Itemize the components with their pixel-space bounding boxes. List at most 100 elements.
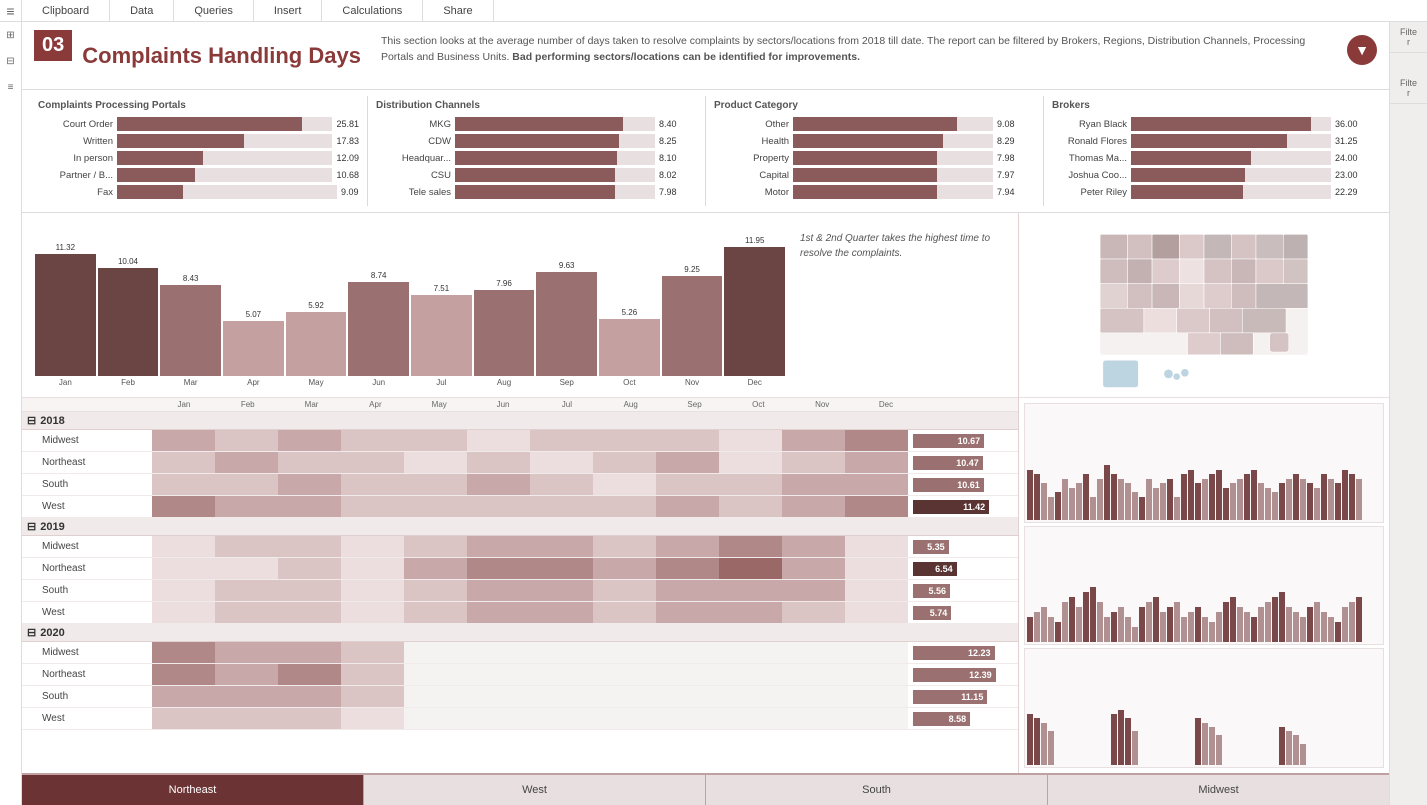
mini-bar xyxy=(1300,617,1306,642)
heatmap-cell xyxy=(404,686,467,707)
heatmap-cell xyxy=(593,708,656,729)
mini-bar xyxy=(1034,474,1040,520)
heatmap-cell xyxy=(593,536,656,557)
mini-bar xyxy=(1356,597,1362,642)
heatmap-cell xyxy=(656,686,719,707)
mini-bar xyxy=(1335,622,1341,642)
tab-northeast[interactable]: Northeast xyxy=(22,775,363,805)
heatmap-cell xyxy=(278,602,341,623)
heatmap-cell xyxy=(278,496,341,517)
heatmap-cell xyxy=(215,558,278,579)
mini-bar xyxy=(1209,474,1215,520)
kpi-processing-portals-title: Complaints Processing Portals xyxy=(38,100,359,111)
month-bar-group: 5.92 xyxy=(286,301,347,376)
heatmap-cell xyxy=(215,642,278,663)
right-filter-2[interactable]: Filter xyxy=(1390,73,1427,104)
menu-insert[interactable]: Insert xyxy=(254,0,323,21)
heatmap-cell xyxy=(719,580,782,601)
mini-bar xyxy=(1139,607,1145,642)
mini-bar xyxy=(1300,479,1306,520)
table-icon[interactable]: ⊟ xyxy=(3,53,19,69)
heatmap-cell xyxy=(719,496,782,517)
right-filter-1[interactable]: Filter xyxy=(1390,22,1427,53)
mini-bar xyxy=(1286,731,1292,765)
heatmap-cell xyxy=(404,558,467,579)
heatmap-cell xyxy=(845,642,908,663)
mini-bar xyxy=(1307,607,1313,642)
tab-west[interactable]: West xyxy=(363,775,705,805)
heatmap-cell xyxy=(278,430,341,451)
menu-data[interactable]: Data xyxy=(110,0,174,21)
heatmap-cell xyxy=(656,452,719,473)
heatmap-cell xyxy=(845,708,908,729)
heatmap-cell xyxy=(719,708,782,729)
tab-midwest[interactable]: Midwest xyxy=(1047,775,1389,805)
month-bar xyxy=(536,272,597,376)
heatmap-cell xyxy=(404,664,467,685)
heatmap-cell xyxy=(845,496,908,517)
year-header-2020[interactable]: ⊟2020 xyxy=(22,624,1018,642)
mini-bar xyxy=(1258,607,1264,642)
mini-bar xyxy=(1314,602,1320,642)
kpi-section: Complaints Processing Portals Court Orde… xyxy=(22,90,1389,213)
heatmap-cell xyxy=(530,708,593,729)
heatmap-cell xyxy=(467,452,530,473)
heatmap-cell xyxy=(656,602,719,623)
kpi-brokers-title: Brokers xyxy=(1052,100,1373,111)
mini-bar xyxy=(1041,483,1047,520)
heatmap-row: South5.56 xyxy=(22,580,1018,602)
menu-queries[interactable]: Queries xyxy=(174,0,254,21)
mini-bar xyxy=(1342,470,1348,520)
grid-icon[interactable]: ⊞ xyxy=(3,27,19,43)
heatmap-cell xyxy=(593,496,656,517)
mini-bar xyxy=(1125,718,1131,765)
heatmap-cell xyxy=(278,536,341,557)
heatmap-cell xyxy=(530,452,593,473)
kpi-row: Written 17.83 xyxy=(38,134,359,148)
month-bar xyxy=(286,312,347,376)
year-header-2019[interactable]: ⊟2019 xyxy=(22,518,1018,536)
mini-bar xyxy=(1027,617,1033,642)
heatmap-cell xyxy=(152,664,215,685)
mini-bar xyxy=(1181,617,1187,642)
heatmap-cell xyxy=(215,496,278,517)
mini-bar xyxy=(1118,479,1124,520)
filter-icon-left[interactable]: ≡ xyxy=(3,79,19,95)
right-panel-charts xyxy=(1019,213,1389,773)
mini-bar xyxy=(1048,731,1054,765)
month-bar-group: 8.74 xyxy=(348,271,409,376)
mini-bar xyxy=(1062,602,1068,642)
filter-button-area: ▼ xyxy=(1347,30,1377,65)
heatmap-cell xyxy=(278,642,341,663)
mini-bar xyxy=(1111,474,1117,520)
mini-bar xyxy=(1139,497,1145,520)
mini-bar xyxy=(1188,470,1194,520)
kpi-row: Court Order 25.81 xyxy=(38,117,359,131)
month-bar xyxy=(724,247,785,376)
heatmap-cell xyxy=(341,708,404,729)
page-header: 03 Complaints Handling Days This section… xyxy=(22,22,1389,90)
menu-share[interactable]: Share xyxy=(423,0,493,21)
mini-bar xyxy=(1111,714,1117,765)
heatmap-cell xyxy=(467,536,530,557)
heatmap-cell xyxy=(530,580,593,601)
mini-bar xyxy=(1223,602,1229,642)
hamburger-icon[interactable]: ≡ xyxy=(0,0,22,21)
heatmap-cell xyxy=(215,708,278,729)
heatmap-cell xyxy=(152,708,215,729)
heatmap-cell xyxy=(719,664,782,685)
menu-calculations[interactable]: Calculations xyxy=(322,0,423,21)
heatmap-cell xyxy=(341,664,404,685)
heatmap-cell xyxy=(341,474,404,495)
mini-bar xyxy=(1076,483,1082,520)
heatmap-cell xyxy=(215,474,278,495)
mini-bar xyxy=(1027,714,1033,765)
mini-bar xyxy=(1062,479,1068,520)
menu-clipboard[interactable]: Clipboard xyxy=(22,0,110,21)
year-header-2018[interactable]: ⊟2018 xyxy=(22,412,1018,430)
heatmap-cell xyxy=(215,580,278,601)
tab-south[interactable]: South xyxy=(705,775,1047,805)
heatmap-cell xyxy=(404,474,467,495)
month-bar-group: 9.25 xyxy=(662,265,723,376)
filter-button[interactable]: ▼ xyxy=(1347,35,1377,65)
